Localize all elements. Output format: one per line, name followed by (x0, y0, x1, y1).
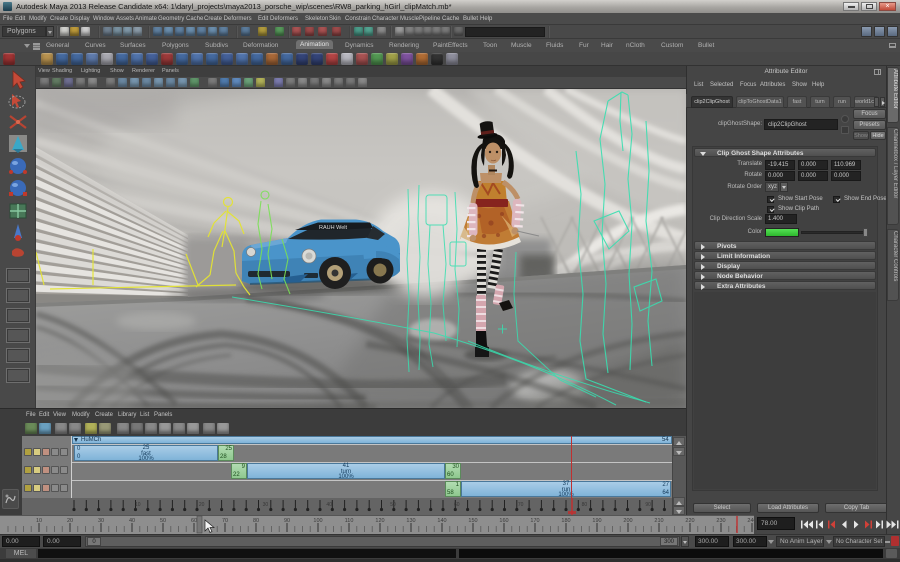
svg-text:70: 70 (222, 518, 228, 524)
svg-text:190: 190 (592, 518, 601, 524)
svg-text:160: 160 (499, 518, 508, 524)
svg-text:60: 60 (454, 502, 460, 508)
svg-text:120: 120 (375, 518, 384, 524)
svg-text:150: 150 (468, 518, 477, 524)
svg-text:20: 20 (67, 518, 73, 524)
svg-text:240: 240 (747, 518, 754, 524)
svg-text:90: 90 (645, 502, 651, 508)
svg-text:80: 80 (582, 502, 588, 508)
svg-text:180: 180 (561, 518, 570, 524)
svg-text:230: 230 (716, 518, 725, 524)
svg-text:100: 100 (313, 518, 322, 524)
svg-text:220: 220 (685, 518, 694, 524)
svg-text:70: 70 (518, 502, 524, 508)
svg-text:140: 140 (437, 518, 446, 524)
svg-text:200: 200 (623, 518, 632, 524)
svg-text:30: 30 (263, 502, 269, 508)
svg-text:10: 10 (36, 518, 42, 524)
svg-text:90: 90 (284, 518, 290, 524)
svg-text:30: 30 (98, 518, 104, 524)
svg-text:40: 40 (129, 518, 135, 524)
svg-text:80: 80 (253, 518, 259, 524)
svg-text:130: 130 (406, 518, 415, 524)
svg-text:50: 50 (160, 518, 166, 524)
svg-text:RAUH Welt: RAUH Welt (319, 225, 347, 231)
svg-text:170: 170 (530, 518, 539, 524)
svg-text:40: 40 (326, 502, 332, 508)
svg-text:60: 60 (191, 518, 197, 524)
svg-text:110: 110 (345, 518, 354, 524)
svg-text:20: 20 (199, 502, 205, 508)
svg-text:210: 210 (654, 518, 663, 524)
svg-text:50: 50 (390, 502, 396, 508)
svg-text:10: 10 (135, 502, 141, 508)
